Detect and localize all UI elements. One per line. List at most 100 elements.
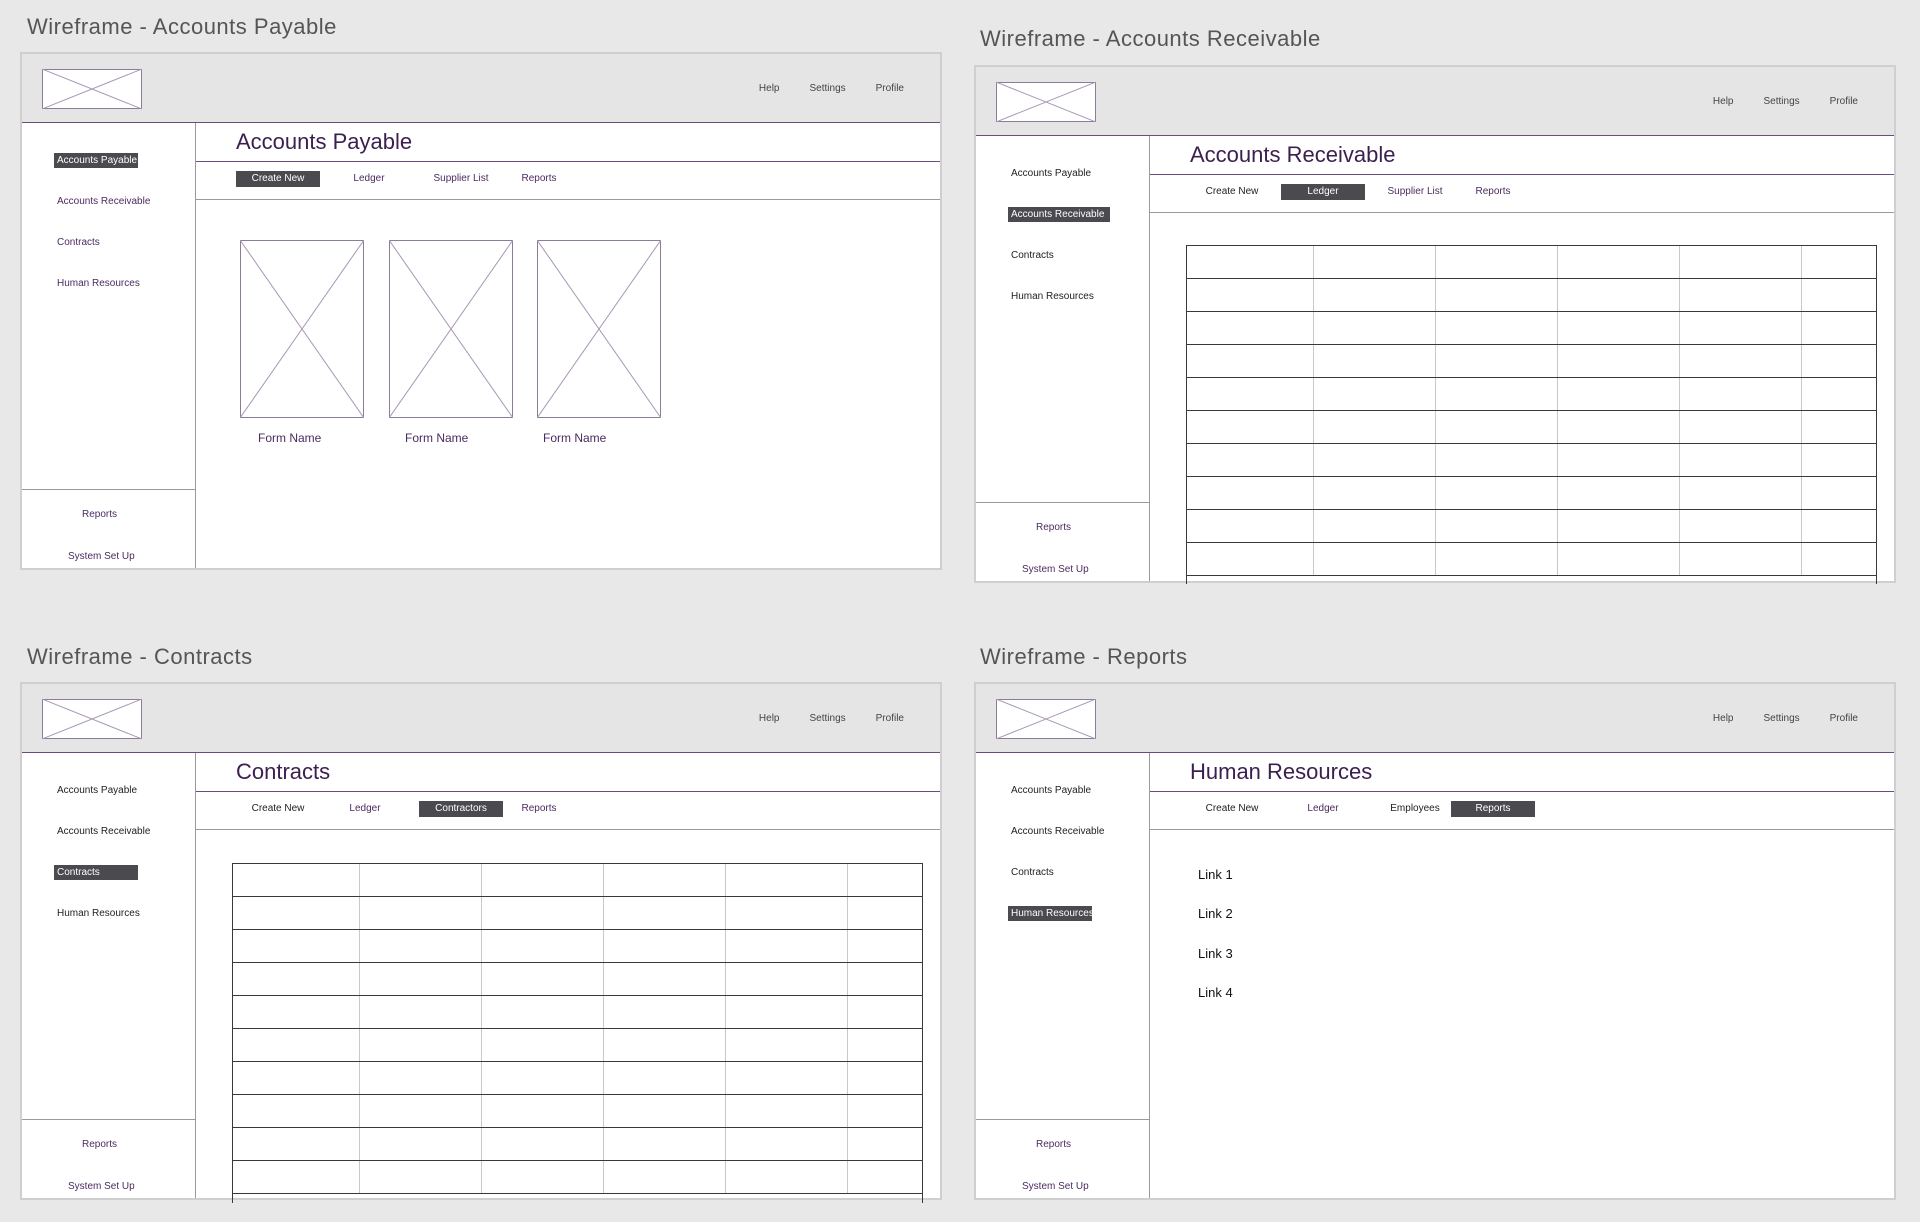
table-cell[interactable] bbox=[1187, 477, 1314, 509]
table-cell[interactable] bbox=[726, 930, 848, 962]
table-cell[interactable] bbox=[233, 1062, 360, 1094]
sidebar-footer-reports[interactable]: Reports bbox=[1036, 522, 1071, 533]
sidebar-item-accounts-receivable[interactable]: Accounts Receivable bbox=[1008, 824, 1107, 839]
table-cell[interactable] bbox=[1680, 543, 1802, 575]
tab-supplier-list[interactable]: Supplier List bbox=[419, 171, 503, 187]
table-cell[interactable] bbox=[233, 1095, 360, 1127]
table-cell[interactable] bbox=[1187, 345, 1314, 377]
table-cell[interactable] bbox=[1436, 477, 1558, 509]
table-cell[interactable] bbox=[726, 996, 848, 1028]
tab-reports[interactable]: Reports bbox=[1451, 801, 1535, 817]
sidebar-footer-system-set-up[interactable]: System Set Up bbox=[68, 551, 135, 562]
top-nav-settings[interactable]: Settings bbox=[1764, 96, 1800, 107]
table-row[interactable] bbox=[1187, 444, 1876, 477]
top-nav-help[interactable]: Help bbox=[1713, 96, 1734, 107]
table-cell[interactable] bbox=[1314, 378, 1436, 410]
report-link[interactable]: Link 4 bbox=[1198, 985, 1233, 1000]
report-link[interactable]: Link 2 bbox=[1198, 906, 1233, 921]
sidebar-item-accounts-receivable[interactable]: Accounts Receivable bbox=[54, 824, 153, 839]
table-cell[interactable] bbox=[604, 1128, 726, 1160]
table-cell[interactable] bbox=[1558, 543, 1680, 575]
table-row[interactable] bbox=[1187, 312, 1876, 345]
table-cell[interactable] bbox=[233, 930, 360, 962]
sidebar-item-human-resources[interactable]: Human Resources bbox=[54, 906, 143, 921]
table-cell[interactable] bbox=[848, 864, 922, 896]
table-cell[interactable] bbox=[848, 996, 922, 1028]
table-cell[interactable] bbox=[1314, 543, 1436, 575]
sidebar-footer-system-set-up[interactable]: System Set Up bbox=[1022, 564, 1089, 575]
table-row[interactable] bbox=[233, 1062, 922, 1095]
table-cell[interactable] bbox=[233, 1161, 360, 1193]
table-cell[interactable] bbox=[360, 963, 482, 995]
sidebar-footer-system-set-up[interactable]: System Set Up bbox=[68, 1181, 135, 1192]
top-nav-profile[interactable]: Profile bbox=[876, 713, 904, 724]
table-cell[interactable] bbox=[1802, 246, 1876, 278]
table-cell[interactable] bbox=[848, 1161, 922, 1193]
report-link[interactable]: Link 3 bbox=[1198, 946, 1233, 961]
logo-placeholder-icon[interactable] bbox=[41, 68, 143, 110]
table-row[interactable] bbox=[1187, 279, 1876, 312]
table-row[interactable] bbox=[1187, 477, 1876, 510]
top-nav-settings[interactable]: Settings bbox=[810, 83, 846, 94]
table-cell[interactable] bbox=[1558, 279, 1680, 311]
table-cell[interactable] bbox=[604, 1029, 726, 1061]
table-row[interactable] bbox=[233, 1029, 922, 1062]
table-cell[interactable] bbox=[1802, 444, 1876, 476]
table-cell[interactable] bbox=[1680, 411, 1802, 443]
top-nav-help[interactable]: Help bbox=[759, 83, 780, 94]
tab-employees[interactable]: Employees bbox=[1373, 801, 1457, 817]
table-cell[interactable] bbox=[848, 930, 922, 962]
table-cell[interactable] bbox=[1558, 312, 1680, 344]
table-row[interactable] bbox=[233, 930, 922, 963]
table-cell[interactable] bbox=[482, 996, 604, 1028]
top-nav-profile[interactable]: Profile bbox=[1830, 96, 1858, 107]
table-cell[interactable] bbox=[726, 864, 848, 896]
table-cell[interactable] bbox=[1436, 312, 1558, 344]
table-cell[interactable] bbox=[360, 1161, 482, 1193]
tab-ledger[interactable]: Ledger bbox=[1281, 801, 1365, 817]
table-row[interactable] bbox=[233, 1128, 922, 1161]
table-cell[interactable] bbox=[1802, 543, 1876, 575]
form-thumbnail-icon[interactable] bbox=[388, 239, 514, 419]
sidebar-item-human-resources[interactable]: Human Resources bbox=[1008, 289, 1097, 304]
table-cell[interactable] bbox=[233, 897, 360, 929]
sidebar-item-contracts[interactable]: Contracts bbox=[54, 235, 103, 250]
top-nav-settings[interactable]: Settings bbox=[810, 713, 846, 724]
table-row[interactable] bbox=[1187, 378, 1876, 411]
table-cell[interactable] bbox=[233, 1029, 360, 1061]
table-row[interactable] bbox=[1187, 345, 1876, 378]
table-cell[interactable] bbox=[848, 1128, 922, 1160]
table-cell[interactable] bbox=[1558, 411, 1680, 443]
table-cell[interactable] bbox=[482, 1128, 604, 1160]
table-cell[interactable] bbox=[1314, 246, 1436, 278]
table-cell[interactable] bbox=[726, 1029, 848, 1061]
sidebar-footer-reports[interactable]: Reports bbox=[82, 1139, 117, 1150]
table-cell[interactable] bbox=[360, 864, 482, 896]
table-row[interactable] bbox=[233, 897, 922, 930]
top-nav-profile[interactable]: Profile bbox=[1830, 713, 1858, 724]
form-name-label[interactable]: Form Name bbox=[405, 431, 468, 445]
table-cell[interactable] bbox=[1436, 510, 1558, 542]
tab-ledger[interactable]: Ledger bbox=[327, 171, 411, 187]
sidebar-item-accounts-receivable[interactable]: Accounts Receivable bbox=[1008, 207, 1110, 222]
sidebar-footer-reports[interactable]: Reports bbox=[82, 509, 117, 520]
table-row[interactable] bbox=[1187, 543, 1876, 576]
table-cell[interactable] bbox=[1802, 378, 1876, 410]
table-cell[interactable] bbox=[482, 1029, 604, 1061]
table-cell[interactable] bbox=[1558, 477, 1680, 509]
table-cell[interactable] bbox=[360, 1062, 482, 1094]
table-cell[interactable] bbox=[1187, 378, 1314, 410]
sidebar-item-accounts-payable[interactable]: Accounts Payable bbox=[1008, 783, 1094, 798]
table-cell[interactable] bbox=[1187, 411, 1314, 443]
table-cell[interactable] bbox=[360, 1095, 482, 1127]
tab-reports[interactable]: Reports bbox=[497, 171, 581, 187]
logo-placeholder-icon[interactable] bbox=[41, 698, 143, 740]
sidebar-item-contracts[interactable]: Contracts bbox=[54, 865, 138, 880]
tab-reports[interactable]: Reports bbox=[497, 801, 581, 817]
table-cell[interactable] bbox=[1680, 279, 1802, 311]
sidebar-item-accounts-payable[interactable]: Accounts Payable bbox=[54, 153, 138, 168]
table-row[interactable] bbox=[1187, 510, 1876, 543]
table-cell[interactable] bbox=[1558, 510, 1680, 542]
table-cell[interactable] bbox=[604, 1095, 726, 1127]
form-thumbnail-icon[interactable] bbox=[536, 239, 662, 419]
